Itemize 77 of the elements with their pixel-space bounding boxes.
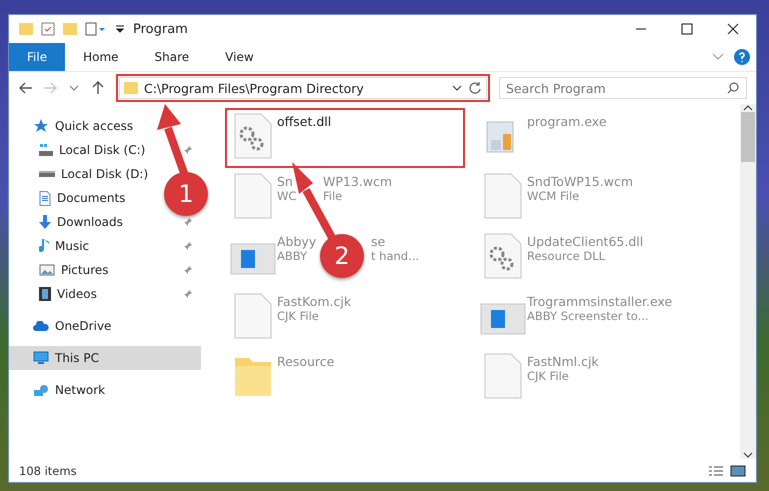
address-bar[interactable]: C:\Program Files\Program Directory [119,77,487,99]
window-title: Program [133,22,188,36]
refresh-icon[interactable] [468,81,482,95]
drive-icon [39,144,53,156]
file-type: CJK File [527,369,569,383]
sidebar-item[interactable]: Pictures [9,258,201,282]
properties-icon[interactable] [41,22,55,36]
cloud-icon [33,321,49,331]
large-icons-view-icon[interactable] [730,464,746,476]
file-name: Abbyy [277,234,316,249]
file-name: Sn [277,174,293,189]
file-type: WC [277,189,296,203]
file-name: program.exe [527,114,607,129]
file-menu-button[interactable]: File [9,43,66,71]
file-type: CJK File [277,309,319,323]
sidebar-item[interactable]: Documents [9,186,134,210]
forward-arrow-icon [43,82,57,94]
sidebar-item[interactable]: Videos [9,282,201,306]
up-arrow-icon [92,81,104,95]
sidebar-item[interactable]: This PC [9,346,201,370]
file-name: Trogrammsinstaller.exe [527,294,672,309]
pin-icon [183,241,193,251]
music-note-icon [39,238,49,254]
file-name: FastNml.cjk [527,354,599,369]
ribbon-tab[interactable]: Home [65,43,137,71]
document-icon [39,190,51,206]
star-icon [33,118,49,134]
monitor-icon [33,351,49,365]
file-name: UpdateClient65.dll [527,234,644,249]
file-name: se [371,234,386,249]
file-type: File [323,189,342,203]
file-name: FastKom.cjk [277,294,352,309]
file-type: ABBY [277,249,308,263]
view-options-icon[interactable] [85,22,107,36]
sidebar-item[interactable]: Network [9,378,201,402]
pin-icon [183,145,193,155]
scrollbar[interactable] [740,104,756,459]
maximize-icon [681,23,693,35]
pin-icon [183,265,193,275]
scroll-up-icon[interactable] [743,104,753,112]
drive-icon [39,171,55,177]
item-count: 108 items [19,464,77,478]
pin-icon [183,289,193,299]
picture-icon [39,264,55,276]
help-icon[interactable] [734,49,750,65]
folder-icon [124,82,138,94]
close-icon [727,23,739,35]
pin-icon [183,217,193,227]
file-name: offset.dll [277,114,332,129]
file-type: Resource DLL [527,249,606,263]
scrollbar-thumb[interactable] [741,112,755,162]
network-icon [33,384,49,396]
file-name: SndToWP15.wcm [527,174,633,189]
search-icon [727,82,739,94]
back-arrow-icon [19,82,33,94]
highlighted-file-item[interactable]: offset.dll [227,110,463,166]
details-view-icon[interactable] [708,464,724,476]
sidebar-item[interactable]: Music [9,234,201,258]
folder-icon [19,23,33,35]
sidebar-item[interactable]: Quick access [9,114,201,138]
film-icon [39,287,51,301]
scroll-down-icon[interactable] [743,451,753,459]
file-name: Resource [277,354,334,369]
file-type: WCM File [527,189,580,203]
dropdown-icon[interactable] [115,24,125,34]
file-type: ABBY Screenster to... [527,309,649,323]
ribbon-tab[interactable]: View [207,43,272,71]
chevron-down-icon [69,85,79,91]
file-name: WP13.wcm [323,174,392,189]
chevron-down-icon[interactable] [452,85,462,91]
sidebar-item[interactable]: OneDrive [9,314,201,338]
sidebar-item[interactable]: Local Disk (D:) [9,162,156,186]
search-field[interactable]: Search Program [499,77,747,99]
sidebar-item[interactable]: Local Disk (C:) [9,138,201,162]
download-icon [39,215,51,229]
file-type: t hand... [371,249,420,263]
ribbon-tab[interactable]: Share [136,43,208,71]
